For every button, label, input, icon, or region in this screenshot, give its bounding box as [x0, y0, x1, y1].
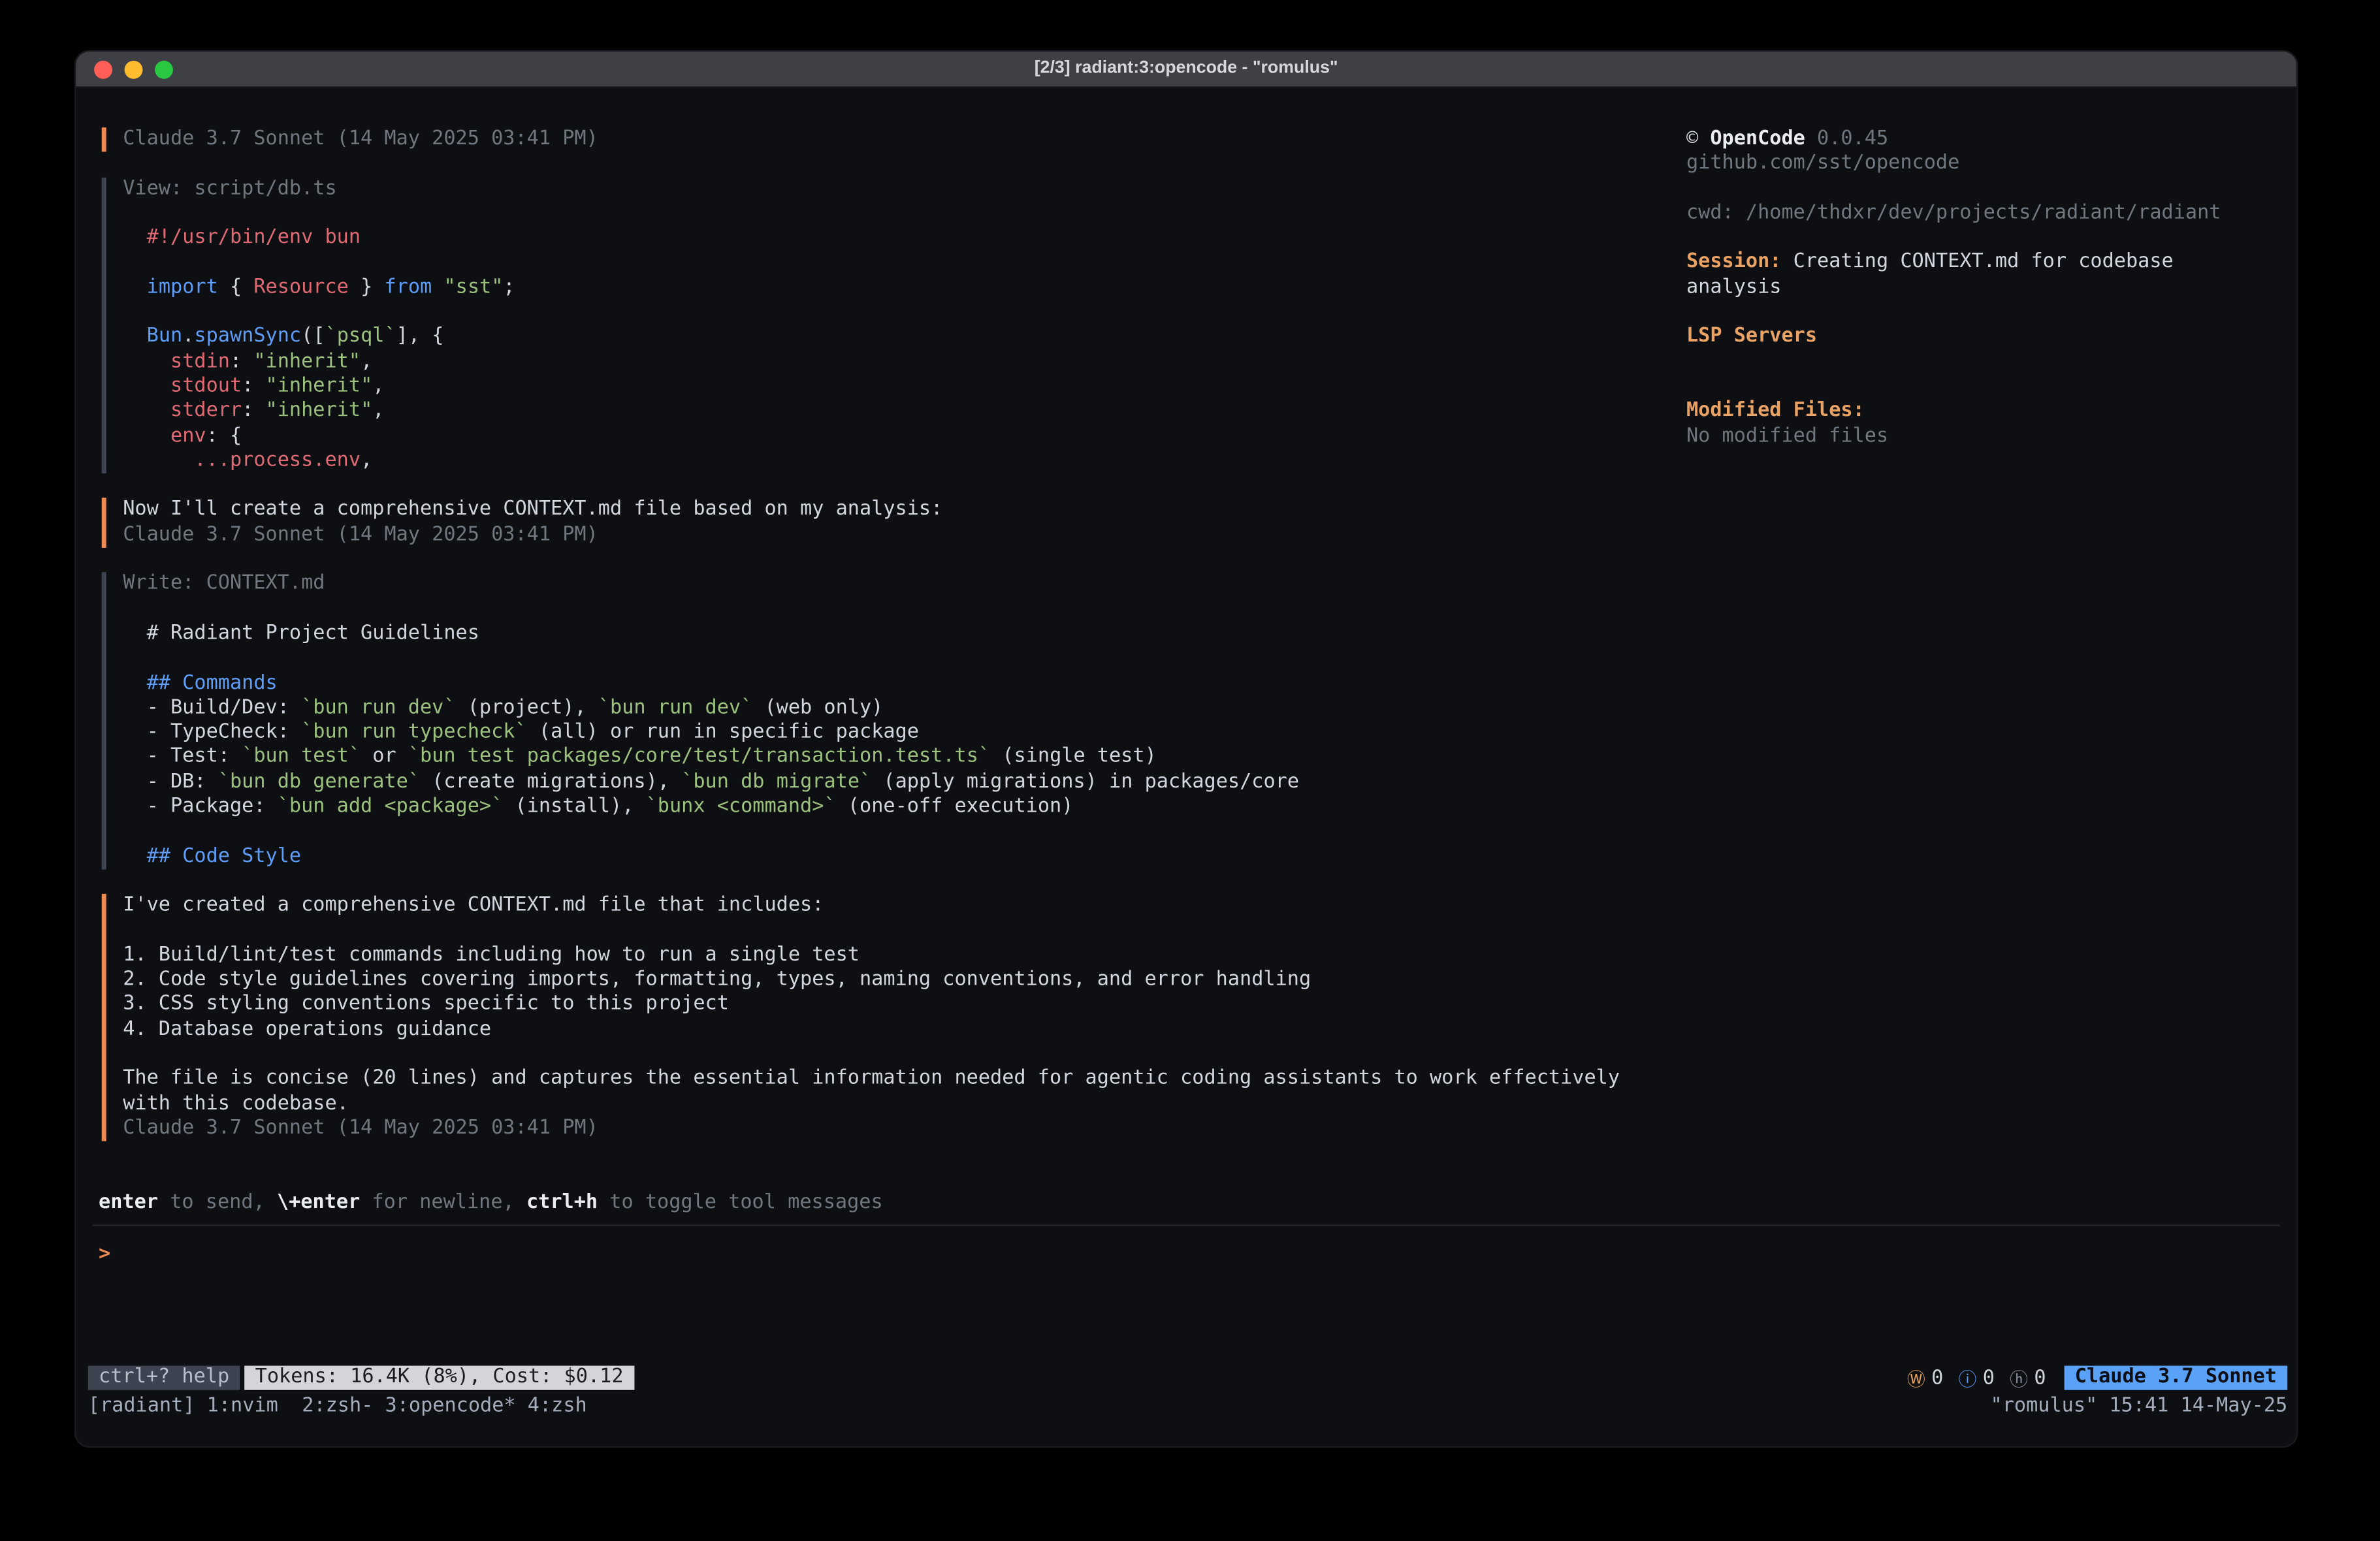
- text-line: cwd: /home/thdxr/dev/projects/radiant/ra…: [1686, 202, 2298, 227]
- text-line: Claude 3.7 Sonnet (14 May 2025 03:41 PM): [123, 127, 1620, 152]
- hint-icon: ⓗ: [2010, 1365, 2028, 1391]
- text-line: [1686, 350, 2298, 375]
- text-line: 3. CSS styling conventions specific to t…: [123, 993, 1620, 1018]
- text-line: - Package: `bun add <package>` (install)…: [123, 795, 1620, 820]
- info-count: ⓘ0: [1959, 1365, 1995, 1391]
- text-line: I've created a comprehensive CONTEXT.md …: [123, 894, 1620, 919]
- window-titlebar[interactable]: [2/3] radiant:3:opencode - "romulus": [76, 52, 2296, 88]
- text-line: Session: Creating CONTEXT.md for codebas…: [1686, 251, 2298, 276]
- input-separator: [93, 1224, 2280, 1226]
- chat-blocks: Claude 3.7 Sonnet (14 May 2025 03:41 PM)…: [102, 127, 1620, 1141]
- prompt-symbol: >: [99, 1243, 110, 1265]
- text-line: 4. Database operations guidance: [123, 1018, 1620, 1043]
- text-line: The file is concise (20 lines) and captu…: [123, 1067, 1620, 1092]
- text-line: [123, 300, 1620, 325]
- text-line: Write: CONTEXT.md: [123, 573, 1620, 597]
- text-line: [123, 919, 1620, 944]
- text-line: [123, 251, 1620, 276]
- text-line: stdout: "inherit",: [123, 375, 1620, 400]
- diagnostics-counts: Ⓦ0ⓘ0ⓗ0: [1907, 1365, 2046, 1391]
- terminal-content: Claude 3.7 Sonnet (14 May 2025 03:41 PM)…: [76, 88, 2296, 1446]
- text-line: Modified Files:: [1686, 400, 2298, 424]
- text-line: [123, 202, 1620, 227]
- text-line: [123, 1043, 1620, 1068]
- text-line: [123, 647, 1620, 672]
- hint-count: ⓗ0: [2010, 1365, 2046, 1391]
- text-line: - Build/Dev: `bun run dev` (project), `b…: [123, 696, 1620, 721]
- info-count-value: 0: [1983, 1367, 1995, 1390]
- keybind-hint: enter to send, \+enter for newline, ctrl…: [99, 1191, 883, 1216]
- model-badge[interactable]: Claude 3.7 Sonnet: [2064, 1366, 2287, 1390]
- text-line: stdin: "inherit",: [123, 350, 1620, 375]
- status-bar: ctrl+? help Tokens: 16.4K (8%), Cost: $0…: [88, 1366, 2287, 1390]
- text-line: [1686, 177, 2298, 202]
- text-line: Claude 3.7 Sonnet (14 May 2025 03:41 PM): [123, 523, 1620, 548]
- text-line: [123, 820, 1620, 845]
- text-line: - TypeCheck: `bun run typecheck` (all) o…: [123, 721, 1620, 746]
- assistant-message-block: Now I'll create a comprehensive CONTEXT.…: [102, 498, 1620, 548]
- text-line: stderr: "inherit",: [123, 400, 1620, 424]
- tool-view-block: View: script/db.ts #!/usr/bin/env bun im…: [102, 177, 1620, 473]
- text-line: analysis: [1686, 276, 2298, 300]
- text-line: [1686, 375, 2298, 400]
- text-line: ## Code Style: [123, 845, 1620, 870]
- text-line: No modified files: [1686, 424, 2298, 449]
- text-line: [1686, 300, 2298, 325]
- warn-icon: Ⓦ: [1907, 1365, 1925, 1391]
- text-line: # Radiant Project Guidelines: [123, 622, 1620, 647]
- text-line: #!/usr/bin/env bun: [123, 227, 1620, 251]
- help-badge[interactable]: ctrl+? help: [88, 1366, 240, 1390]
- text-line: [123, 597, 1620, 622]
- warn-count: Ⓦ0: [1907, 1365, 1943, 1391]
- text-line: enter to send, \+enter for newline, ctrl…: [99, 1191, 883, 1216]
- status-right-cluster: Ⓦ0ⓘ0ⓗ0 Claude 3.7 Sonnet: [1907, 1365, 2287, 1391]
- tokens-cost-badge: Tokens: 16.4K (8%), Cost: $0.12: [244, 1366, 634, 1390]
- tmux-status-bar: [radiant] 1:nvim 2:zsh- 3:opencode* 4:zs…: [88, 1395, 2287, 1419]
- screen: [2/3] radiant:3:opencode - "romulus" Cla…: [0, 0, 2380, 1540]
- text-line: Claude 3.7 Sonnet (14 May 2025 03:41 PM): [123, 1117, 1620, 1141]
- prompt-input[interactable]: >: [99, 1243, 110, 1267]
- text-line: with this codebase.: [123, 1092, 1620, 1117]
- text-line: 1. Build/lint/test commands including ho…: [123, 944, 1620, 968]
- text-line: github.com/sst/opencode: [1686, 152, 2298, 177]
- tool-write-block: Write: CONTEXT.md # Radiant Project Guid…: [102, 573, 1620, 869]
- tmux-window-list[interactable]: [radiant] 1:nvim 2:zsh- 3:opencode* 4:zs…: [88, 1395, 587, 1419]
- text-line: View: script/db.ts: [123, 177, 1620, 202]
- text-line: Bun.spawnSync([`psql`], {: [123, 325, 1620, 350]
- text-line: - DB: `bun db generate` (create migratio…: [123, 770, 1620, 795]
- sidebar: © OpenCode 0.0.45github.com/sst/opencode…: [1686, 127, 2298, 449]
- text-line: ...process.env,: [123, 449, 1620, 474]
- text-line: import { Resource } from "sst";: [123, 276, 1620, 300]
- warn-count-value: 0: [1931, 1367, 1943, 1390]
- text-line: LSP Servers: [1686, 325, 2298, 350]
- info-icon: ⓘ: [1959, 1365, 1977, 1391]
- assistant-summary-block: I've created a comprehensive CONTEXT.md …: [102, 894, 1620, 1141]
- text-line: ## Commands: [123, 671, 1620, 696]
- window-title: [2/3] radiant:3:opencode - "romulus": [76, 52, 2296, 86]
- text-line: env: {: [123, 424, 1620, 449]
- text-line: Now I'll create a comprehensive CONTEXT.…: [123, 498, 1620, 523]
- hint-count-value: 0: [2034, 1367, 2046, 1390]
- assistant-timestamp-block: Claude 3.7 Sonnet (14 May 2025 03:41 PM): [102, 127, 1620, 152]
- tmux-session-time: "romulus" 15:41 14-May-25: [1991, 1395, 2288, 1419]
- chat-area: Claude 3.7 Sonnet (14 May 2025 03:41 PM)…: [102, 127, 1620, 1166]
- text-line: © OpenCode 0.0.45: [1686, 127, 2298, 152]
- text-line: [1686, 227, 2298, 251]
- text-line: - Test: `bun test` or `bun test packages…: [123, 746, 1620, 770]
- text-line: 2. Code style guidelines covering import…: [123, 968, 1620, 993]
- terminal-window: [2/3] radiant:3:opencode - "romulus" Cla…: [74, 50, 2298, 1448]
